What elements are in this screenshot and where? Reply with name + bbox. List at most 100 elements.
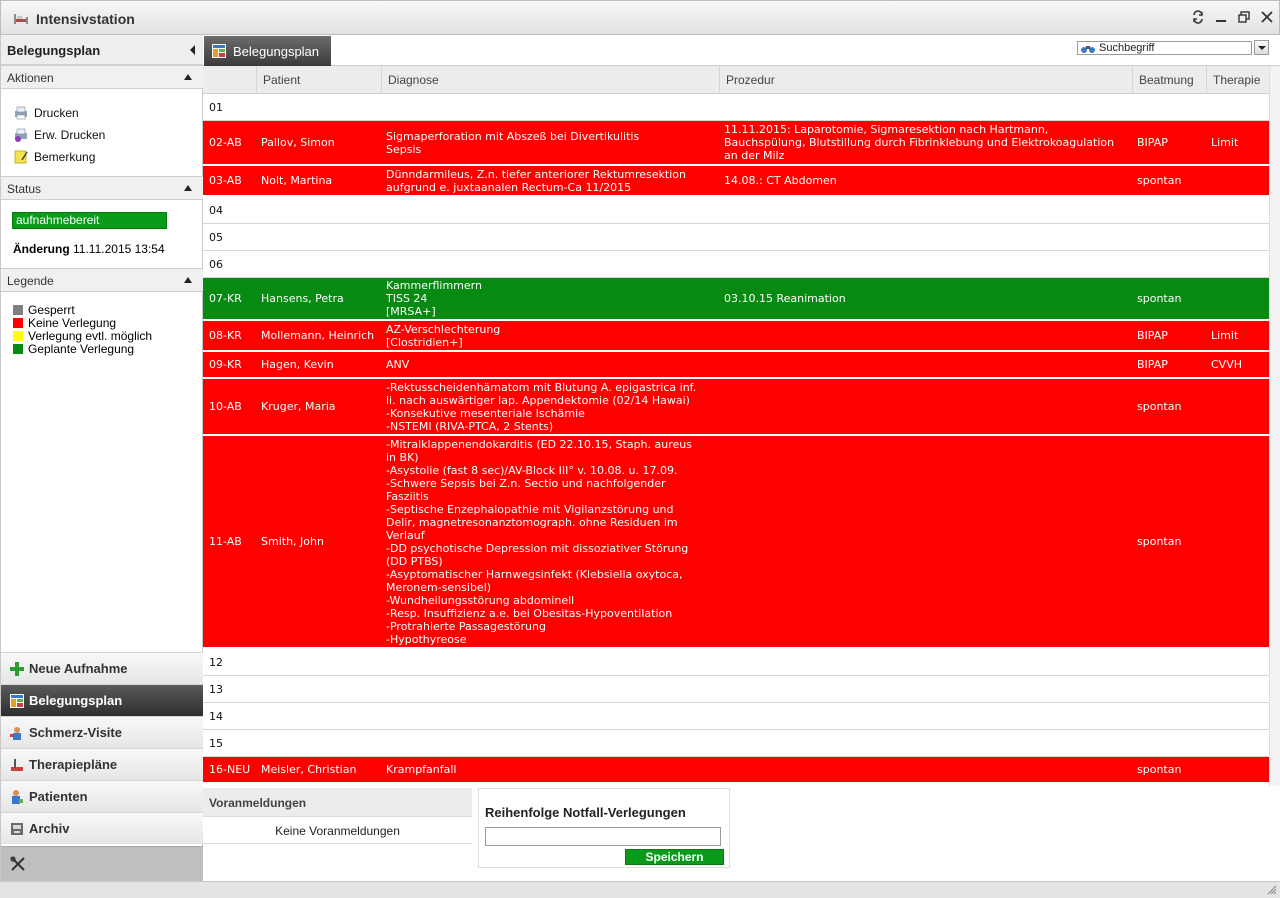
cell-bed: 08-KR [209, 329, 242, 342]
window-title: Intensivstation [36, 11, 135, 27]
legend-swatch [13, 304, 23, 315]
collapse-left-icon[interactable] [190, 45, 195, 55]
resize-grip-icon[interactable] [1267, 885, 1277, 895]
nav-label: Therapiepläne [29, 757, 118, 772]
restore-icon[interactable] [1236, 9, 1252, 25]
action-bemerkung[interactable]: Bemerkung [13, 149, 95, 165]
table-row[interactable]: 13 [203, 676, 1269, 703]
nav-neue-aufnahme[interactable]: Neue Aufnahme [1, 652, 203, 684]
cell-diagnose: Krampfanfall [386, 763, 457, 776]
nav-schmerz-visite[interactable]: Schmerz-Visite [1, 716, 203, 748]
grid-icon [9, 693, 25, 709]
col-prozedur[interactable]: Prozedur [719, 66, 1132, 94]
legend-label: Geplante Verlegung [28, 341, 135, 356]
table-row[interactable]: 06 [203, 251, 1269, 278]
cell-diagnose [386, 649, 721, 675]
cell-beatmung: spontan [1137, 292, 1182, 305]
cell-patient [261, 676, 383, 702]
sidebar-header[interactable]: Belegungsplan [1, 35, 203, 65]
save-button[interactable]: Speichern [625, 849, 724, 865]
table-row[interactable]: 14 [203, 703, 1269, 730]
table-row[interactable]: 01 [203, 94, 1269, 121]
collapse-up-icon[interactable] [184, 277, 192, 283]
search-input[interactable]: Suchbegriff [1077, 41, 1252, 55]
patients-icon [9, 789, 25, 805]
tools-bar[interactable] [1, 846, 203, 881]
table-row[interactable]: 07-KR Hansens, Petra Kammerflimmern TISS 2… [203, 278, 1269, 320]
table-row[interactable]: 15 [203, 730, 1269, 757]
col-patient[interactable]: Patient [256, 66, 381, 94]
cell-therapie [1211, 278, 1269, 319]
nav-belegungsplan[interactable]: Belegungsplan [1, 684, 203, 716]
status-change: Änderung 11.11.2015 13:54 [13, 242, 165, 256]
cell-therapie [1211, 197, 1269, 223]
table-row[interactable]: 09-KR Hagen, Kevin ANV BIPAP CVVH [203, 352, 1269, 378]
table-row[interactable]: 11-AB Smith, John -Mitralklappenendokardit… [203, 436, 1269, 648]
cell-therapie [1211, 757, 1269, 782]
notfall-input[interactable] [485, 827, 721, 846]
table-row[interactable]: 03-AB Nolt, Martina Dünndarmileus, Z.n. ti… [203, 166, 1269, 196]
nav-therapieplaene[interactable]: Therapiepläne [1, 748, 203, 780]
tools-icon[interactable] [10, 856, 26, 872]
col-therapie[interactable]: Therapie [1206, 66, 1269, 94]
cell-patient: Pallov, Simon [261, 136, 335, 149]
legend-label: Gesperrt [28, 302, 75, 317]
binoculars-icon [1080, 42, 1096, 54]
table-row[interactable]: 16-NEU Meisler, Christian Krampfanfall spon… [203, 757, 1269, 783]
table-row[interactable]: 04 [203, 197, 1269, 224]
section-aktionen-title: Aktionen [7, 71, 54, 85]
cell-beatmung [1137, 251, 1207, 277]
nav-archiv[interactable]: Archiv [1, 812, 203, 844]
table-row[interactable]: 05 [203, 224, 1269, 251]
table-row[interactable]: 08-KR Mollemann, Heinrich AZ-Verschlechter… [203, 321, 1269, 351]
table-row[interactable]: 12 [203, 649, 1269, 676]
collapse-up-icon[interactable] [184, 185, 192, 191]
nav-label: Neue Aufnahme [29, 661, 128, 676]
refresh-icon[interactable] [1190, 9, 1206, 25]
minimize-icon[interactable] [1213, 9, 1229, 25]
cell-bed: 14 [209, 709, 223, 723]
cell-therapie [1211, 436, 1269, 647]
col-bed[interactable] [203, 66, 256, 94]
window-titlebar: Intensivstation [0, 0, 1280, 35]
nav-patienten[interactable]: Patienten [1, 780, 203, 812]
cell-prozedur [724, 436, 1134, 647]
search-dropdown-button[interactable] [1254, 40, 1269, 55]
tab-label: Belegungsplan [233, 43, 320, 59]
legend-gesperrt: Gesperrt [13, 302, 75, 317]
action-drucken[interactable]: Drucken [13, 105, 79, 121]
collapse-up-icon[interactable] [184, 74, 192, 80]
cell-bed: 04 [209, 203, 223, 217]
status-bar [0, 881, 1280, 898]
cell-prozedur [724, 197, 1134, 223]
col-diagnose[interactable]: Diagnose [381, 66, 719, 94]
section-status-header[interactable]: Status [1, 176, 203, 200]
cell-prozedur [724, 703, 1134, 729]
scrollbar[interactable] [1269, 66, 1280, 786]
status-badge[interactable]: aufnahmebereit [12, 212, 167, 229]
cell-prozedur [724, 321, 1134, 350]
close-icon[interactable] [1259, 9, 1275, 25]
section-legende-header[interactable]: Legende [1, 268, 203, 292]
table-row[interactable]: 10-AB Kruger, Maria -Rektusscheidenhämatom… [203, 379, 1269, 435]
cell-therapie [1211, 251, 1269, 277]
action-erw-drucken[interactable]: Erw. Drucken [13, 127, 105, 143]
table-row[interactable]: 02-AB Pallov, Simon Sigmaperforation mit A… [203, 121, 1269, 165]
section-aktionen-header[interactable]: Aktionen [1, 65, 203, 89]
cell-patient [261, 197, 383, 223]
cell-bed: 07-KR [209, 292, 242, 305]
cell-diagnose: -Rektusscheidenhämatom mit Blutung A. ep… [386, 380, 697, 433]
cell-prozedur [724, 730, 1134, 756]
cell-therapie [1211, 703, 1269, 729]
cell-diagnose: -Mitralklappenendokarditis (ED 22.10.15,… [386, 437, 692, 646]
cell-prozedur [724, 676, 1134, 702]
col-beatmung[interactable]: Beatmung [1132, 66, 1206, 94]
cell-bed: 10-AB [209, 400, 242, 413]
cell-bed: 11-AB [209, 535, 242, 548]
legend-keine-verlegung: Keine Verlegung [13, 316, 116, 330]
cell-diagnose: Sigmaperforation mit Abszeß bei Divertik… [386, 129, 640, 156]
tab-belegungsplan[interactable]: Belegungsplan [204, 36, 331, 66]
voranmeldungen-header: Voranmeldungen [203, 788, 472, 817]
cell-therapie: Limit [1211, 136, 1239, 149]
action-drucken-label: Drucken [34, 106, 79, 120]
